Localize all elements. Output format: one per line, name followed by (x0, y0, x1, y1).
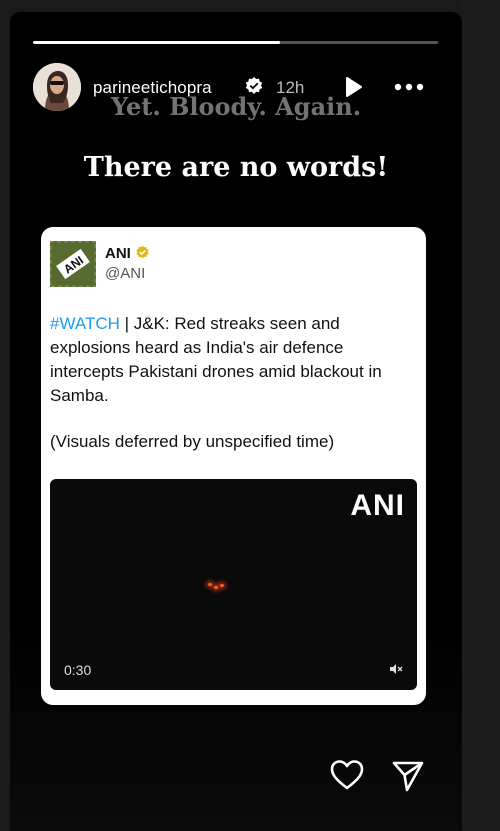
story-frame[interactable]: parineetichopra 12h Yet. Bloody. Again. … (10, 12, 462, 831)
mute-icon[interactable] (389, 662, 403, 676)
story-caption-faded: Yet. Bloody. Again. (110, 92, 362, 121)
tweet-author-name[interactable]: ANI (105, 245, 131, 262)
story-caption: There are no words! (83, 152, 389, 183)
video-light-streak (220, 584, 224, 587)
heart-icon[interactable] (329, 757, 365, 793)
send-icon[interactable] (390, 758, 426, 794)
tweet-text: #WATCH | J&K: Red streaks seen and explo… (50, 312, 415, 408)
story-progress-bar (33, 41, 438, 44)
video-light-streak (208, 583, 212, 586)
embedded-tweet-card[interactable]: ANI ANI @ANI #WATCH | J&K: Red streaks s… (41, 227, 426, 705)
tweet-hashtag[interactable]: #WATCH (50, 314, 120, 333)
video-watermark: ANI (350, 489, 405, 522)
tweet-author-handle[interactable]: @ANI (105, 265, 145, 282)
video-duration: 0:30 (64, 662, 92, 678)
tweet-note: (Visuals deferred by unspecified time) (50, 432, 335, 451)
gold-verified-icon (136, 245, 149, 259)
page-shade (462, 0, 500, 831)
video-light-streak (214, 586, 218, 589)
ani-logo: ANI (48, 239, 98, 289)
tweet-video[interactable]: ANI 0:30 (50, 479, 417, 690)
story-progress-fill (33, 41, 281, 44)
